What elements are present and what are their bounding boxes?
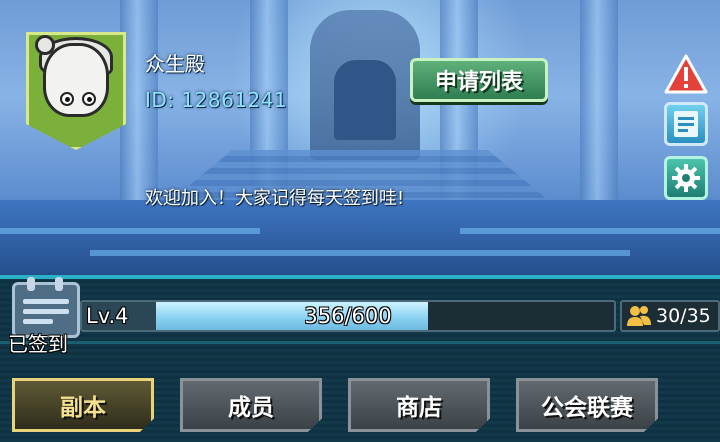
level-progress-text: 356/600 [304, 304, 392, 328]
checkin-status: 已签到 [8, 332, 68, 356]
apply-list-button[interactable]: 申请列表 [410, 58, 548, 102]
settings-button[interactable] [664, 156, 708, 200]
member-count-text: 30/35 [656, 305, 711, 327]
guild-id: ID: 12861241 [145, 88, 288, 112]
guild-level-bar: Lv.4 356/600 [80, 300, 616, 332]
tab-shop[interactable]: 商店 [348, 378, 490, 432]
member-count: 30/35 [620, 300, 720, 332]
tab-dungeon[interactable]: 副本 [12, 378, 154, 432]
warning-icon [664, 54, 708, 94]
guild-announcement: 欢迎加入！大家记得每天签到哇! [145, 188, 405, 209]
guild-tab-bar: 副本 成员 商店 公会联赛 [0, 378, 720, 434]
notes-button[interactable] [664, 102, 708, 146]
gear-icon [672, 164, 700, 192]
notes-icon [674, 111, 698, 137]
report-button[interactable] [664, 52, 708, 96]
tab-guild-league[interactable]: 公会联赛 [516, 378, 658, 432]
tab-members[interactable]: 成员 [180, 378, 322, 432]
members-icon [627, 306, 651, 326]
guild-name: 众生殿 [145, 52, 205, 76]
